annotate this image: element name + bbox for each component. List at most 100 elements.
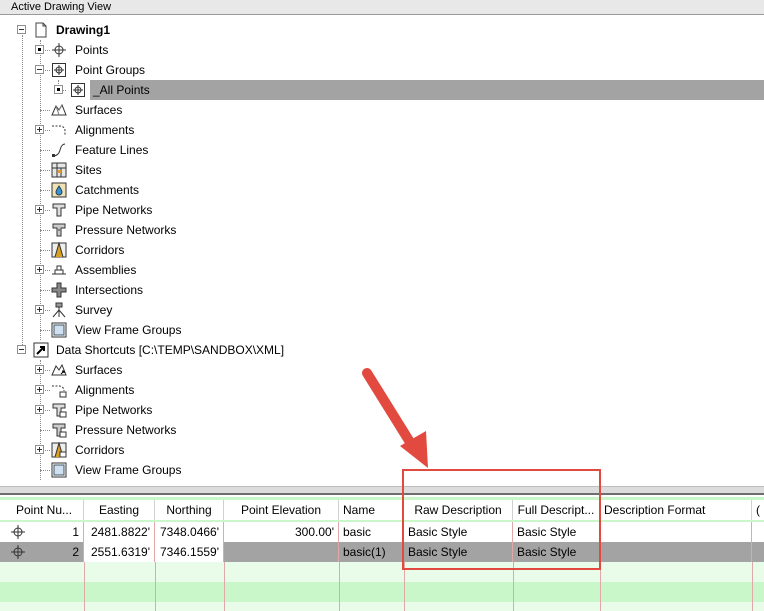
site-icon bbox=[51, 162, 67, 178]
data-shortcut-icon bbox=[33, 342, 49, 358]
tree-node-corridors[interactable]: Corridors bbox=[0, 240, 764, 260]
tree-node-label: _All Points bbox=[93, 83, 150, 97]
expand-toggle[interactable] bbox=[35, 385, 44, 394]
tree-node-shortcut-surfaces[interactable]: Surfaces bbox=[0, 360, 764, 380]
cell-description-format[interactable] bbox=[600, 542, 752, 562]
tree-node-label: Pressure Networks bbox=[75, 223, 177, 237]
tree-node-label: View Frame Groups bbox=[75, 323, 182, 337]
table-row[interactable]: 2 2551.6319' 7346.1559' basic(1) Basic S… bbox=[0, 542, 764, 562]
tree-node-label: Surfaces bbox=[75, 363, 123, 377]
tree-node-catchments[interactable]: Catchments bbox=[0, 180, 764, 200]
cell-easting[interactable]: 2551.6319' bbox=[84, 542, 155, 562]
corridor-shortcut-icon bbox=[51, 442, 67, 458]
tree-node-label: Point Groups bbox=[75, 63, 146, 77]
annotation-highlight-box bbox=[402, 469, 601, 570]
column-header[interactable]: Point Nu... bbox=[12, 500, 84, 520]
table-row[interactable]: 1 2481.8822' 7348.0466' 300.00' basic Ba… bbox=[0, 522, 764, 542]
tree-node-label: Surfaces bbox=[75, 103, 123, 117]
intersection-icon bbox=[51, 282, 67, 298]
surface-shortcut-icon bbox=[51, 363, 67, 376]
tree-node-surfaces[interactable]: Surfaces bbox=[0, 100, 764, 120]
point-table[interactable]: Point Nu... Easting Northing Point Eleva… bbox=[0, 497, 764, 611]
tree-node-label: Sites bbox=[75, 163, 102, 177]
tree-node-label: Pipe Networks bbox=[75, 203, 153, 217]
tree-node-drawing1[interactable]: Drawing1 bbox=[0, 20, 764, 40]
survey-icon bbox=[52, 302, 66, 318]
collapse-toggle[interactable] bbox=[17, 25, 26, 34]
expand-toggle[interactable] bbox=[35, 205, 44, 214]
collapse-toggle[interactable] bbox=[35, 65, 44, 74]
expand-toggle[interactable] bbox=[35, 405, 44, 414]
tree-node-label: Survey bbox=[75, 303, 113, 317]
tree-node-label: Corridors bbox=[75, 243, 125, 257]
tree-node-shortcut-alignments[interactable]: Alignments bbox=[0, 380, 764, 400]
pane-splitter[interactable] bbox=[0, 486, 764, 495]
assembly-icon bbox=[52, 265, 66, 275]
bullet-marker bbox=[54, 85, 63, 94]
prospector-tree[interactable]: Drawing1 Points Point Groups _All Points… bbox=[0, 16, 764, 486]
point-group-icon bbox=[52, 63, 66, 77]
tree-node-view-frame-groups[interactable]: View Frame Groups bbox=[0, 320, 764, 340]
expand-toggle[interactable] bbox=[35, 265, 44, 274]
pipe-network-shortcut-icon bbox=[52, 403, 67, 418]
tree-node-label: Feature Lines bbox=[75, 143, 149, 157]
tree-node-intersections[interactable]: Intersections bbox=[0, 280, 764, 300]
cell-point-elevation[interactable]: 300.00' bbox=[224, 522, 339, 542]
view-frame-icon bbox=[51, 322, 67, 338]
empty-row bbox=[0, 562, 764, 582]
cell-northing[interactable]: 7346.1559' bbox=[155, 542, 224, 562]
tree-node-points[interactable]: Points bbox=[0, 40, 764, 60]
expand-toggle[interactable] bbox=[35, 305, 44, 314]
pipe-network-icon bbox=[52, 203, 66, 217]
corridor-icon bbox=[51, 242, 67, 258]
expand-toggle[interactable] bbox=[35, 125, 44, 134]
tree-node-pressure-networks[interactable]: Pressure Networks bbox=[0, 220, 764, 240]
column-header[interactable]: Easting bbox=[84, 500, 155, 520]
tree-node-data-shortcuts[interactable]: Data Shortcuts [C:\TEMP\SANDBOX\XML] bbox=[0, 340, 764, 360]
column-header[interactable]: Name bbox=[339, 500, 404, 520]
tree-node-label: Drawing1 bbox=[56, 23, 111, 37]
expand-toggle[interactable] bbox=[35, 365, 44, 374]
tree-node-shortcut-pressure-networks[interactable]: Pressure Networks bbox=[0, 420, 764, 440]
empty-row bbox=[0, 602, 764, 611]
tree-node-shortcut-view-frame-groups[interactable]: View Frame Groups bbox=[0, 460, 764, 480]
tree-node-survey[interactable]: Survey bbox=[0, 300, 764, 320]
column-header[interactable]: Description Format bbox=[600, 500, 752, 520]
panel-title: Active Drawing View bbox=[0, 0, 764, 15]
tree-node-all-points[interactable]: _All Points bbox=[0, 80, 764, 100]
point-icon bbox=[52, 43, 66, 57]
tree-node-label: Pipe Networks bbox=[75, 403, 153, 417]
point-group-icon bbox=[71, 83, 85, 97]
column-header[interactable]: Point Elevation bbox=[224, 500, 339, 520]
tree-node-label: Corridors bbox=[75, 443, 125, 457]
cell-easting[interactable]: 2481.8822' bbox=[84, 522, 155, 542]
tree-node-feature-lines[interactable]: Feature Lines bbox=[0, 140, 764, 160]
alignment-icon bbox=[52, 125, 66, 136]
cell-description-format[interactable] bbox=[600, 522, 752, 542]
tree-node-alignments[interactable]: Alignments bbox=[0, 120, 764, 140]
drawing-icon bbox=[35, 22, 47, 38]
tree-node-shortcut-pipe-networks[interactable]: Pipe Networks bbox=[0, 400, 764, 420]
tree-node-label: Alignments bbox=[75, 383, 135, 397]
tree-node-label: View Frame Groups bbox=[75, 463, 182, 477]
cell-name[interactable]: basic(1) bbox=[339, 542, 404, 562]
tree-node-pipe-networks[interactable]: Pipe Networks bbox=[0, 200, 764, 220]
cell-point-elevation[interactable] bbox=[224, 542, 339, 562]
tree-node-point-groups[interactable]: Point Groups bbox=[0, 60, 764, 80]
expand-toggle[interactable] bbox=[35, 445, 44, 454]
tree-node-label: Assemblies bbox=[75, 263, 137, 277]
tree-node-label: Intersections bbox=[75, 283, 144, 297]
bullet-marker bbox=[35, 45, 44, 54]
pressure-network-shortcut-icon bbox=[52, 423, 67, 438]
alignment-shortcut-icon bbox=[52, 385, 67, 398]
tree-node-sites[interactable]: Sites bbox=[0, 160, 764, 180]
column-header[interactable]: ( bbox=[752, 500, 764, 520]
cell-point-number[interactable]: 1 bbox=[12, 522, 84, 542]
cell-northing[interactable]: 7348.0466' bbox=[155, 522, 224, 542]
collapse-toggle[interactable] bbox=[17, 345, 26, 354]
tree-node-assemblies[interactable]: Assemblies bbox=[0, 260, 764, 280]
tree-node-shortcut-corridors[interactable]: Corridors bbox=[0, 440, 764, 460]
cell-name[interactable]: basic bbox=[339, 522, 404, 542]
cell-point-number[interactable]: 2 bbox=[12, 542, 84, 562]
column-header[interactable]: Northing bbox=[155, 500, 224, 520]
